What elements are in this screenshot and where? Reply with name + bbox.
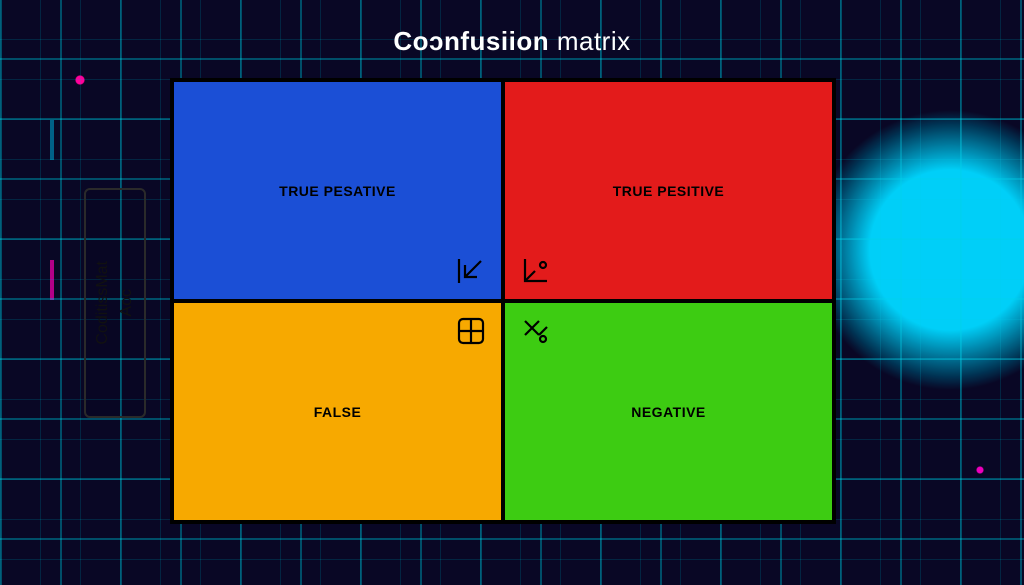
cell-negative: NEGATIVE bbox=[505, 303, 832, 520]
y-axis-label-2: Aoc bbox=[118, 289, 136, 317]
grid-2x2-icon bbox=[453, 313, 489, 349]
axis-dot-icon bbox=[517, 253, 553, 289]
confusion-matrix: TRUE PESATIVE TRUE PESITIVE FALSE NEGATI… bbox=[170, 78, 836, 524]
title-bold: Coɔnfusiion bbox=[393, 26, 549, 56]
scissors-arrow-icon bbox=[517, 313, 553, 349]
y-axis-label-1: CoditissMat bbox=[94, 261, 112, 345]
diagram-title: Coɔnfusiion matrix bbox=[0, 26, 1024, 57]
cell-label: TRUE PESITIVE bbox=[613, 183, 725, 199]
cell-label: TRUE PESATIVE bbox=[279, 183, 396, 199]
cell-false: FALSE bbox=[174, 303, 501, 520]
cell-true-pesitive: TRUE PESITIVE bbox=[505, 82, 832, 299]
title-thin: matrix bbox=[557, 26, 631, 56]
cell-true-pesative: TRUE PESATIVE bbox=[174, 82, 501, 299]
cell-label: NEGATIVE bbox=[631, 404, 706, 420]
cell-label: FALSE bbox=[314, 404, 362, 420]
y-axis-label-box: CoditissMat Aoc bbox=[84, 188, 146, 418]
arrow-in-down-left-icon bbox=[453, 253, 489, 289]
